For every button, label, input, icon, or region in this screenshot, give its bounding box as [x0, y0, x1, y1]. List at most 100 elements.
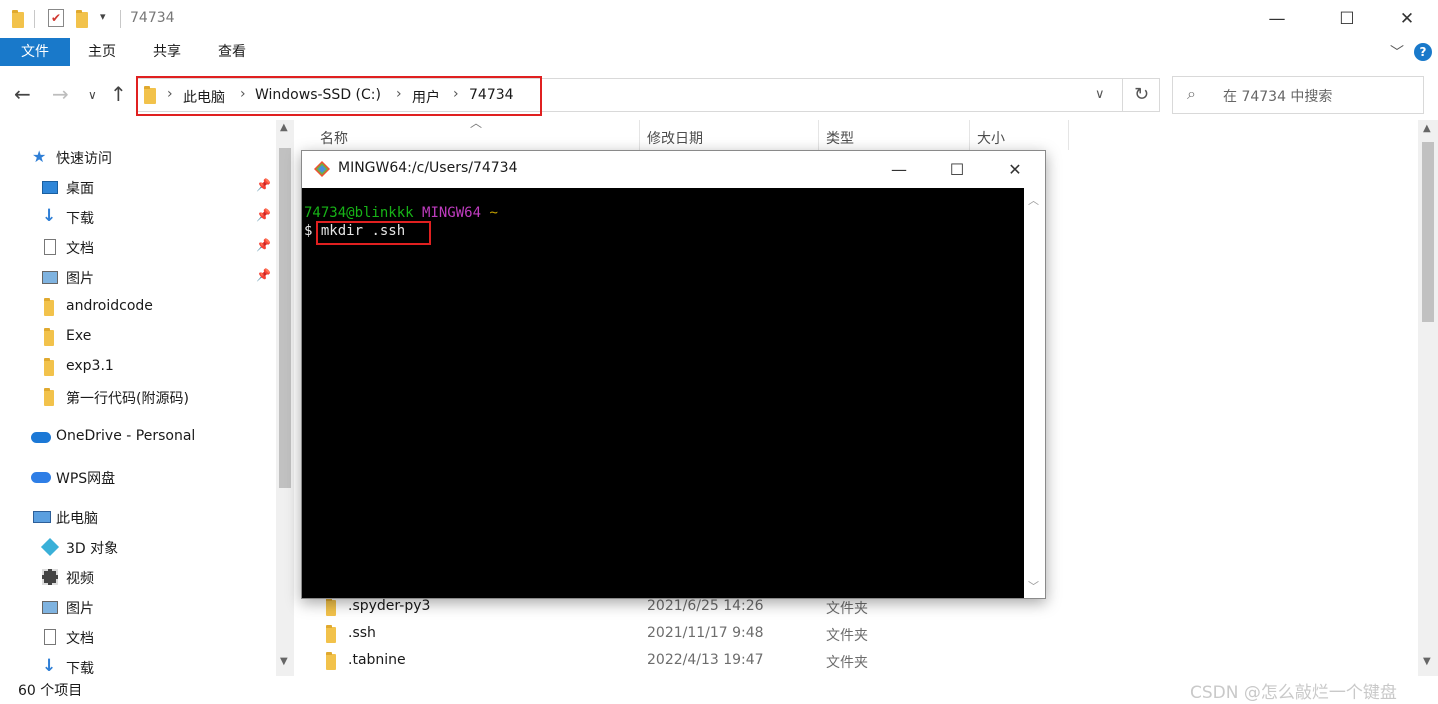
- terminal-window[interactable]: MINGW64:/c/Users/74734 — ☐ ✕ 74734@blink…: [301, 150, 1046, 599]
- status-bar: 60 个项目 CSDN @怎么敲烂一个键盘: [0, 676, 1438, 704]
- navigation-pane: ★ 快速访问 桌面 📌 ↓ 下载 📌 文档 📌 图片 📌 androidcode…: [0, 120, 295, 676]
- sidebar-item-label: 3D 对象: [66, 541, 119, 557]
- watermark: CSDN @怎么敲烂一个键盘: [1190, 683, 1397, 703]
- new-folder-icon[interactable]: [76, 10, 88, 28]
- folder-icon: [326, 625, 336, 643]
- folder-icon: [44, 328, 54, 346]
- file-modified: 2021/11/17 9:48: [647, 625, 764, 641]
- tab-file[interactable]: 文件: [0, 38, 70, 66]
- terminal-minimize-button[interactable]: —: [870, 151, 928, 188]
- address-dropdown-icon[interactable]: ∨: [1095, 87, 1105, 102]
- sidebar-item-documents-pc[interactable]: 文档: [0, 622, 272, 652]
- column-header-type[interactable]: 类型: [826, 128, 854, 148]
- address-highlight-box: [136, 76, 542, 116]
- up-arrow-icon[interactable]: ↑: [110, 82, 127, 106]
- pin-icon[interactable]: 📌: [256, 208, 271, 222]
- ribbon: 文件 主页 共享 查看 ﹀ ?: [0, 38, 1438, 68]
- back-arrow-icon[interactable]: ←: [14, 82, 31, 106]
- expand-ribbon-icon[interactable]: ﹀: [1390, 42, 1404, 62]
- download-icon: ↓: [42, 656, 57, 676]
- sidebar-item-androidcode[interactable]: androidcode: [0, 292, 272, 322]
- sidebar-item-label: 此电脑: [56, 511, 98, 527]
- terminal-path: ~: [489, 205, 498, 221]
- file-list-scroll-thumb[interactable]: [1422, 142, 1434, 322]
- sidebar-item-exe[interactable]: Exe: [0, 322, 272, 352]
- cube-icon: [40, 537, 60, 557]
- sidebar-item-label: 快速访问: [56, 151, 112, 167]
- file-list-header: ︿ 名称 修改日期 类型 大小: [298, 116, 1418, 152]
- maximize-button[interactable]: ☐: [1324, 0, 1370, 38]
- pin-icon[interactable]: 📌: [256, 268, 271, 282]
- sidebar-item-label: Exe: [66, 328, 92, 344]
- scroll-down-icon[interactable]: ▼: [280, 656, 288, 667]
- quick-access-dropdown-icon[interactable]: ▾: [100, 10, 106, 23]
- file-row[interactable]: .ssh 2021/11/17 9:48 文件夹: [298, 621, 1398, 648]
- scroll-down-icon[interactable]: ▼: [1423, 656, 1431, 667]
- pin-icon[interactable]: 📌: [256, 238, 271, 252]
- sidebar-item-wps-drive[interactable]: WPS网盘: [0, 462, 272, 492]
- file-modified: 2021/6/25 14:26: [647, 598, 764, 614]
- sidebar-item-downloads[interactable]: ↓ 下载 📌: [0, 202, 272, 232]
- close-button[interactable]: ✕: [1384, 0, 1430, 38]
- sidebar-item-label: androidcode: [66, 298, 153, 314]
- column-divider[interactable]: [639, 120, 640, 150]
- sidebar-item-pictures[interactable]: 图片 📌: [0, 262, 272, 292]
- file-modified: 2022/4/13 19:47: [647, 652, 764, 668]
- computer-icon: [33, 511, 51, 523]
- minimize-button[interactable]: —: [1254, 0, 1300, 38]
- sidebar-item-quick-access[interactable]: ★ 快速访问: [0, 142, 272, 172]
- terminal-title-bar[interactable]: MINGW64:/c/Users/74734 — ☐ ✕: [302, 151, 1045, 188]
- tab-home[interactable]: 主页: [70, 38, 134, 66]
- document-icon: [44, 629, 56, 645]
- terminal-maximize-button[interactable]: ☐: [928, 151, 986, 188]
- sidebar-item-documents[interactable]: 文档 📌: [0, 232, 272, 262]
- column-header-modified[interactable]: 修改日期: [647, 128, 703, 148]
- separator: [34, 10, 35, 28]
- pin-icon[interactable]: 📌: [256, 178, 271, 192]
- sidebar-item-exp3-1[interactable]: exp3.1: [0, 352, 272, 382]
- column-header-size[interactable]: 大小: [977, 128, 1005, 148]
- help-icon[interactable]: ?: [1414, 43, 1432, 61]
- file-name: .spyder-py3: [348, 598, 431, 614]
- column-header-name[interactable]: 名称: [320, 128, 348, 148]
- cloud-icon: [31, 432, 51, 443]
- refresh-button[interactable]: ↻: [1122, 78, 1160, 112]
- sidebar-item-pictures-pc[interactable]: 图片: [0, 592, 272, 622]
- forward-arrow-icon[interactable]: →: [52, 82, 69, 106]
- sidebar-item-label: 图片: [66, 271, 94, 287]
- sidebar-item-desktop[interactable]: 桌面 📌: [0, 172, 272, 202]
- scroll-up-icon[interactable]: ▲: [280, 122, 288, 133]
- sidebar-item-videos[interactable]: 视频: [0, 562, 272, 592]
- column-divider[interactable]: [1068, 120, 1069, 150]
- sidebar-scroll-thumb[interactable]: [279, 148, 291, 488]
- scroll-down-icon[interactable]: ﹀: [1028, 578, 1039, 594]
- sidebar-item-this-pc[interactable]: 此电脑: [0, 502, 272, 532]
- tab-share[interactable]: 共享: [135, 38, 199, 66]
- search-input[interactable]: ⌕ 在 74734 中搜索: [1172, 76, 1424, 114]
- scroll-up-icon[interactable]: ︿: [1028, 192, 1039, 208]
- sidebar-item-label: exp3.1: [66, 358, 114, 374]
- recent-locations-icon[interactable]: ∨: [88, 88, 97, 102]
- sidebar-item-3d-objects[interactable]: 3D 对象: [0, 532, 272, 562]
- terminal-close-button[interactable]: ✕: [986, 151, 1044, 188]
- column-divider[interactable]: [969, 120, 970, 150]
- sidebar-item-first-line-code[interactable]: 第一行代码(附源码): [0, 382, 272, 412]
- git-icon: [314, 161, 330, 177]
- sidebar-scrollbar[interactable]: ▲ ▼: [276, 120, 294, 676]
- sidebar-item-label: 桌面: [66, 181, 94, 197]
- file-name: .ssh: [348, 625, 376, 641]
- file-row[interactable]: .tabnine 2022/4/13 19:47 文件夹: [298, 648, 1398, 675]
- terminal-scrollbar[interactable]: ︿ ﹀: [1024, 188, 1045, 598]
- column-divider[interactable]: [818, 120, 819, 150]
- file-list-scrollbar[interactable]: ▲ ▼: [1418, 120, 1438, 676]
- picture-icon: [42, 271, 58, 284]
- terminal-output[interactable]: 74734@blinkkk MINGW64 ~ $ mkdir .ssh: [302, 188, 1024, 598]
- properties-icon[interactable]: ✔: [48, 9, 64, 27]
- file-type: 文件夹: [826, 601, 868, 617]
- cloud-icon: [31, 472, 51, 483]
- scroll-up-icon[interactable]: ▲: [1423, 123, 1431, 134]
- tab-view[interactable]: 查看: [200, 38, 264, 66]
- sidebar-item-downloads-pc[interactable]: ↓ 下载: [0, 652, 272, 676]
- separator: [120, 10, 121, 28]
- sidebar-item-onedrive[interactable]: OneDrive - Personal: [0, 422, 272, 452]
